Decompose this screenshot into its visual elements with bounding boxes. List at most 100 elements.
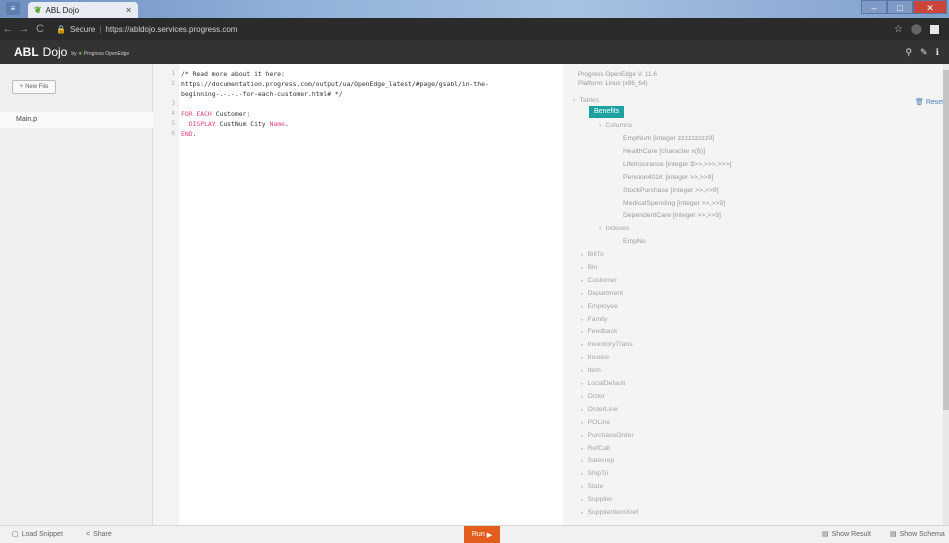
table-item[interactable]: ▸ Customer xyxy=(581,277,617,284)
indexes-node[interactable]: ▾ Indexes xyxy=(599,225,629,232)
column-item[interactable]: EmpNum [integer zzzzzzzzz9] xyxy=(623,135,714,142)
table-name: InventoryTrans xyxy=(587,341,633,349)
caret-icon: ▸ xyxy=(581,329,584,336)
brand-subtitle: by ❖ Progress OpenEdge xyxy=(71,51,129,57)
scrollbar-thumb[interactable] xyxy=(943,70,949,410)
brand-by: by xyxy=(71,51,77,57)
code-text: . xyxy=(284,120,289,128)
table-item[interactable]: ▸ Department xyxy=(581,290,623,297)
back-icon[interactable]: ← xyxy=(0,23,16,35)
caret-icon: ▸ xyxy=(581,445,584,452)
table-item[interactable]: ▸ State xyxy=(581,483,603,490)
table-name: BillTo xyxy=(587,251,604,258)
caret-icon: ▸ xyxy=(581,264,584,271)
window-controls: – □ ✕ xyxy=(861,0,947,14)
reset-button[interactable]: 🗑 Reset xyxy=(915,98,944,106)
show-result-label: Show Result xyxy=(831,530,871,538)
browser-menu-square-icon[interactable] xyxy=(930,24,939,34)
table-name: Item xyxy=(587,367,601,375)
url-separator: | xyxy=(99,24,102,34)
columns-node[interactable]: ▾ Columns xyxy=(599,122,632,129)
table-item[interactable]: ▸ BillTo xyxy=(581,251,604,258)
table-name: State xyxy=(587,483,604,491)
code-keyword: FOR EACH xyxy=(181,110,212,118)
code-text: Customer: xyxy=(211,110,251,118)
table-item[interactable]: ▸ Supplier xyxy=(581,496,612,503)
browser-tab[interactable]: ❦ ABL Dojo ✕ xyxy=(28,2,138,18)
reload-icon[interactable]: C xyxy=(32,23,48,35)
table-item[interactable]: ▸ Feedback xyxy=(581,328,617,335)
table-name: ShipTo xyxy=(587,470,609,478)
column-item[interactable]: MedicalSpending [integer >>,>>9] xyxy=(623,200,725,207)
minimize-icon[interactable]: – xyxy=(861,0,887,14)
load-snippet-button[interactable]: ▢ Load Snippet xyxy=(12,526,63,543)
table-item[interactable]: ▸ POLine xyxy=(581,419,610,426)
code-keyword: END xyxy=(181,130,193,138)
new-file-label: New File xyxy=(25,84,49,90)
table-name: RefCall xyxy=(587,444,610,452)
favicon-icon: ❦ xyxy=(34,4,42,15)
column-item[interactable]: HealthCare [character x(8)] xyxy=(623,148,705,155)
url-input[interactable]: 🔒 Secure | https://abldojo.services.prog… xyxy=(56,21,237,37)
new-file-button[interactable]: + New File xyxy=(12,80,56,94)
show-result-button[interactable]: ▤ Show Result xyxy=(822,526,871,543)
table-name: Employee xyxy=(587,302,618,310)
table-name: PurchaseOrder xyxy=(587,431,634,439)
window-close-icon[interactable]: ✕ xyxy=(913,0,947,14)
table-item[interactable]: ▸ Employee xyxy=(581,303,618,310)
column-item[interactable]: Pension401K [integer >>,>>9] xyxy=(623,174,713,181)
caret-icon: ▸ xyxy=(581,290,584,297)
table-item[interactable]: ▸ Order xyxy=(581,393,605,400)
code-text: . xyxy=(192,130,197,138)
column-item[interactable]: LifeInsurance [integer $>>,>>>,>>>] xyxy=(623,161,731,168)
show-schema-button[interactable]: ▤ Show Schema xyxy=(890,526,945,543)
table-item[interactable]: ▸ Invoice xyxy=(581,354,609,361)
tables-node[interactable]: ▾ Tables xyxy=(573,97,599,104)
bookmark-star-icon[interactable]: ☆ xyxy=(894,24,903,35)
extension-icon[interactable]: ⬤ xyxy=(911,24,922,35)
schema-scrollbar[interactable] xyxy=(943,64,949,525)
browser-menu-icon[interactable]: ≡ xyxy=(6,2,20,15)
run-button[interactable]: Run ▶ xyxy=(464,526,500,543)
table-item[interactable]: ▸ RefCall xyxy=(581,445,610,452)
secure-label: Secure xyxy=(69,24,96,34)
edit-icon[interactable]: ✎ xyxy=(920,47,928,58)
tab-title: ABL Dojo xyxy=(45,5,80,15)
progress-logo-icon: ❖ xyxy=(78,51,83,57)
schema-icon: ▤ xyxy=(890,530,897,538)
line-number: 3 xyxy=(171,100,175,107)
table-name: SupplierItemXref xyxy=(587,509,639,516)
caret-icon: ▾ xyxy=(599,123,602,129)
table-item[interactable]: ▸ Item xyxy=(581,367,601,374)
table-item[interactable]: ▸ Bin xyxy=(581,264,597,271)
url-text: https://abldojo.services.progress.com xyxy=(105,24,238,34)
table-name: Feedback xyxy=(587,328,618,336)
column-item[interactable]: DependentCare [integer >>,>>9] xyxy=(623,212,721,219)
tables-label: Tables xyxy=(579,97,600,104)
table-item[interactable]: ▸ PurchaseOrder xyxy=(581,432,634,439)
table-item[interactable]: ▸ Family xyxy=(581,316,608,323)
reset-label: Reset xyxy=(925,99,945,106)
column-item[interactable]: StockPurchase [integer >>,>>9] xyxy=(623,187,719,194)
share-button[interactable]: < Share xyxy=(86,526,112,543)
caret-icon: ▸ xyxy=(581,419,584,426)
maximize-icon[interactable]: □ xyxy=(887,0,913,14)
table-item[interactable]: ▸ LocalDefault xyxy=(581,380,625,387)
app-logo: ABL Dojo xyxy=(14,45,67,59)
caret-icon: ▸ xyxy=(581,252,584,258)
table-item[interactable]: ▸ ShipTo xyxy=(581,470,608,477)
close-tab-icon[interactable]: ✕ xyxy=(125,6,132,15)
table-item[interactable]: ▸ OrderLine xyxy=(581,406,618,413)
search-icon[interactable]: ⚲ xyxy=(905,47,912,58)
info-icon[interactable]: ℹ xyxy=(936,47,939,58)
version-info: Progress OpenEdge V. 11.6 xyxy=(578,71,657,78)
file-item-main[interactable]: Main.p xyxy=(0,112,153,128)
table-benefits-selected[interactable]: Benefits xyxy=(589,106,625,118)
forward-icon[interactable]: → xyxy=(16,23,32,35)
code-editor[interactable]: /* Read more about it here: https://docu… xyxy=(179,64,563,525)
table-name: Order xyxy=(587,392,605,400)
index-item[interactable]: EmpNo xyxy=(623,238,646,245)
table-item[interactable]: ▸ Salesrep xyxy=(581,457,614,464)
table-item[interactable]: ▸ InventoryTrans xyxy=(581,341,633,348)
table-item[interactable]: ▸ SupplierItemXref xyxy=(581,509,638,516)
